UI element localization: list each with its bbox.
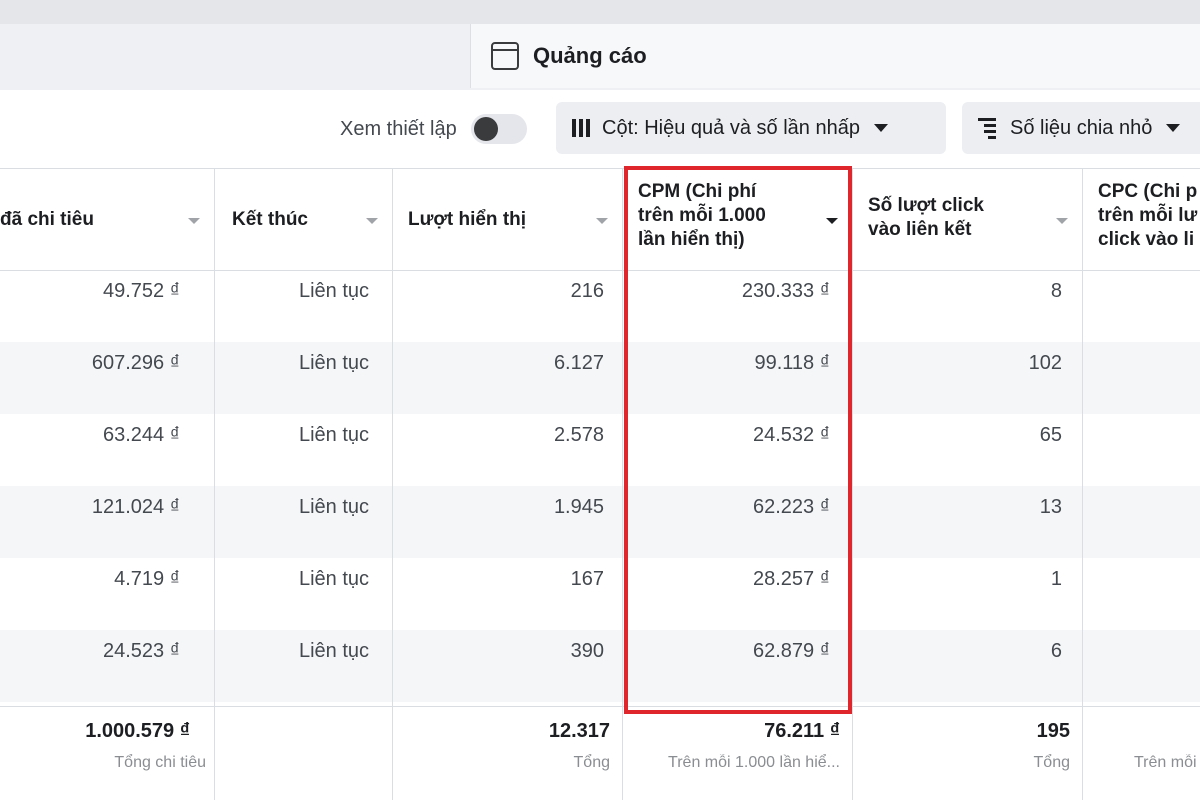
column-header-cpm[interactable]: CPM (Chi phí trên mỗi 1.000 lần hiển thị… <box>622 168 852 270</box>
header-line: click vào li <box>1098 229 1195 250</box>
header-line: trên mỗi lư <box>1098 205 1198 226</box>
view-setup-label: Xem thiết lập <box>340 117 457 140</box>
column-header-label: đã chi tiêu <box>0 209 94 230</box>
total-cpm: 76.211 ₫ <box>764 720 840 742</box>
total-impressions: 12.317 <box>548 720 610 742</box>
header-line: CPM (Chi phí <box>638 181 757 202</box>
cell-clicks: 6 <box>1050 640 1062 662</box>
cell-clicks: 102 <box>1028 352 1062 374</box>
cell-spent: 121.024 ₫ <box>91 496 180 518</box>
ads-tab[interactable]: Quảng cáo <box>470 24 1200 88</box>
column-header-label: Lượt hiển thị <box>408 209 527 230</box>
column-header-impressions[interactable]: Lượt hiển thị <box>392 168 622 270</box>
column-header-end[interactable]: Kết thúc <box>214 168 392 270</box>
column-header-label: CPM (Chi phí trên mỗi 1.000 lần hiển thị… <box>638 180 766 252</box>
column-header-label: CPC (Chi p trên mỗi lư click vào li <box>1098 180 1197 252</box>
column-header-label: Số lượt click vào liên kết <box>868 194 984 242</box>
total-clicks-label: Tổng <box>1033 754 1070 771</box>
cell-spent: 63.244 ₫ <box>103 424 180 446</box>
cell-cpm: 24.532 ₫ <box>753 424 830 446</box>
header-line: lần hiển thị) <box>638 229 745 250</box>
view-setup-toggle[interactable] <box>470 114 527 144</box>
column-header-spent[interactable]: đã chi tiêu <box>0 168 214 270</box>
cell-spent: 49.752 ₫ <box>103 280 180 302</box>
columns-icon <box>572 119 590 137</box>
sort-caret-icon[interactable] <box>366 218 378 224</box>
total-impressions-label: Tổng <box>573 754 610 771</box>
breakdown-button[interactable]: Số liệu chia nhỏ <box>962 102 1200 154</box>
sort-caret-icon[interactable] <box>826 218 838 224</box>
total-spent: 1.000.579 ₫ <box>85 720 190 742</box>
cell-impressions: 6.127 <box>553 352 604 374</box>
cell-impressions: 2.578 <box>553 424 604 446</box>
cell-cpm: 62.879 ₫ <box>753 640 830 662</box>
cell-clicks: 8 <box>1050 280 1062 302</box>
cell-impressions: 167 <box>570 568 604 590</box>
ad-window-icon <box>491 42 519 70</box>
cell-impressions: 1.945 <box>553 496 604 518</box>
top-strip <box>0 0 1200 24</box>
chevron-down-icon <box>873 124 888 132</box>
cell-clicks: 13 <box>1039 496 1062 518</box>
total-cpm-label: Trên mỗi 1.000 lần hiể... <box>668 754 840 771</box>
toggle-knob <box>473 117 498 141</box>
cell-spent: 24.523 ₫ <box>103 640 180 662</box>
total-spent-label: Tổng chi tiêu <box>114 754 206 771</box>
column-header-label: Kết thúc <box>232 209 308 230</box>
cell-cpm: 230.333 ₫ <box>741 280 830 302</box>
cell-spent: 607.296 ₫ <box>91 352 180 374</box>
toolbar: Xem thiết lập Cột: Hiệu quả và số lần nh… <box>0 90 1200 168</box>
grid-line <box>0 706 1200 707</box>
ads-table: đã chi tiêu Kết thúc Lượt hiển thị CPM (… <box>0 168 1200 800</box>
breakdown-icon <box>978 117 996 139</box>
columns-button[interactable]: Cột: Hiệu quả và số lần nhấp <box>556 102 946 154</box>
cell-impressions: 390 <box>570 640 604 662</box>
breakdown-button-label: Số liệu chia nhỏ <box>1010 116 1153 139</box>
total-clicks: 195 <box>1036 720 1070 742</box>
cell-clicks: 65 <box>1039 424 1062 446</box>
sort-caret-icon[interactable] <box>596 218 608 224</box>
chevron-down-icon <box>1166 124 1181 132</box>
cell-spent: 4.719 ₫ <box>114 568 180 590</box>
total-cpc-label: Trên mỗi <box>1134 754 1197 771</box>
cell-cpm: 99.118 ₫ <box>754 352 830 374</box>
column-header-clicks[interactable]: Số lượt click vào liên kết <box>852 168 1082 270</box>
grid-line <box>0 270 1200 271</box>
cell-clicks: 1 <box>1050 568 1062 590</box>
header-line: Số lượt click <box>868 195 984 216</box>
sort-caret-icon[interactable] <box>1056 218 1068 224</box>
ads-tab-label: Quảng cáo <box>533 43 647 68</box>
sort-caret-icon[interactable] <box>188 218 200 224</box>
header-line: trên mỗi 1.000 <box>638 205 766 226</box>
cell-cpm: 62.223 ₫ <box>753 496 830 518</box>
cell-cpm: 28.257 ₫ <box>753 568 830 590</box>
cell-impressions: 216 <box>570 280 604 302</box>
column-header-cpc[interactable]: CPC (Chi p trên mỗi lư click vào li <box>1082 168 1200 270</box>
header-line: vào liên kết <box>868 219 972 240</box>
columns-button-label: Cột: Hiệu quả và số lần nhấp <box>602 116 860 139</box>
header-line: CPC (Chi p <box>1098 181 1198 202</box>
view-setup: Xem thiết lập <box>340 114 527 144</box>
